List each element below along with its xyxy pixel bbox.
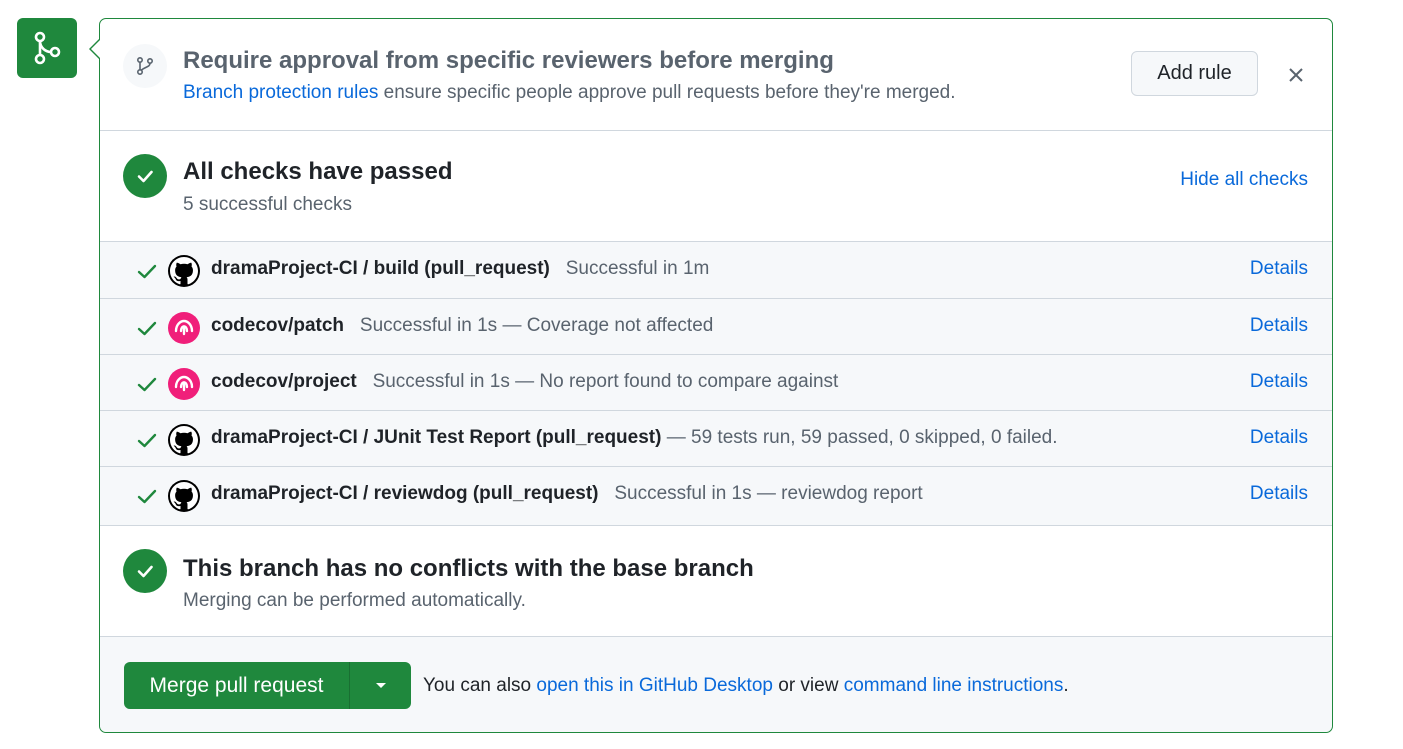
check-icon [137, 264, 157, 279]
details-link[interactable]: Details [1250, 258, 1308, 280]
conflicts-section: This branch has no conflicts with the ba… [100, 526, 1332, 637]
branch-protection-link[interactable]: Branch protection rules [183, 82, 378, 103]
merge-alternatives-note: You can also open this in GitHub Desktop… [423, 675, 1069, 696]
check-icon [137, 377, 157, 392]
close-icon[interactable] [1284, 63, 1308, 87]
review-rule-description: Branch protection rules ensure specific … [183, 82, 956, 103]
check-icon [137, 433, 157, 448]
command-line-instructions-link[interactable]: command line instructions [844, 675, 1064, 696]
details-link[interactable]: Details [1250, 483, 1308, 505]
review-rule-title: Require approval from specific reviewers… [183, 47, 834, 74]
merge-button-group: Merge pull request [124, 662, 411, 709]
check-name: dramaProject-CI / JUnit Test Report (pul… [211, 427, 662, 448]
check-name: dramaProject-CI / reviewdog (pull_reques… [211, 483, 599, 504]
check-row: dramaProject-CI / reviewdog (pull_reques… [100, 466, 1332, 522]
check-row: codecov/project Successful in 1s — No re… [100, 354, 1332, 410]
github-icon [168, 255, 200, 287]
merge-box: Require approval from specific reviewers… [89, 18, 1333, 733]
add-rule-button[interactable]: Add rule [1131, 51, 1258, 96]
codecov-icon [168, 368, 200, 400]
github-desktop-link[interactable]: open this in GitHub Desktop [536, 675, 773, 696]
checks-title: All checks have passed [183, 158, 453, 185]
checks-summary-section: All checks have passed 5 successful chec… [100, 131, 1332, 242]
github-icon [168, 480, 200, 512]
check-name: dramaProject-CI / build (pull_request) [211, 258, 550, 279]
git-branch-icon [123, 44, 167, 88]
checks-list: dramaProject-CI / build (pull_request) S… [100, 242, 1332, 526]
details-link[interactable]: Details [1250, 427, 1308, 449]
check-description: Successful in 1s — Coverage not affected [359, 315, 714, 336]
git-merge-icon [17, 18, 77, 78]
merge-section: Merge pull request You can also open thi… [100, 637, 1332, 732]
check-row: dramaProject-CI / build (pull_request) S… [100, 242, 1332, 298]
checks-subtitle: 5 successful checks [183, 194, 352, 215]
check-row: dramaProject-CI / JUnit Test Report (pul… [100, 410, 1332, 466]
conflicts-subtitle: Merging can be performed automatically. [183, 590, 526, 611]
review-rule-section: Require approval from specific reviewers… [100, 19, 1332, 131]
details-link[interactable]: Details [1250, 315, 1308, 337]
check-circle-icon [123, 549, 167, 593]
conflicts-title: This branch has no conflicts with the ba… [183, 555, 754, 582]
check-name: codecov/project [211, 371, 357, 392]
check-circle-icon [123, 154, 167, 198]
codecov-icon [168, 312, 200, 344]
check-description: Successful in 1s — reviewdog report [614, 483, 923, 504]
github-icon [168, 424, 200, 456]
merge-options-dropdown[interactable] [350, 662, 411, 709]
check-description: Successful in 1m [565, 258, 710, 279]
details-link[interactable]: Details [1250, 371, 1308, 393]
check-row: codecov/patch Successful in 1s — Coverag… [100, 298, 1332, 354]
triangle-down-icon [375, 682, 386, 688]
check-icon [137, 489, 157, 504]
check-name: codecov/patch [211, 315, 345, 336]
hide-all-checks-link[interactable]: Hide all checks [1180, 169, 1308, 191]
check-description: — 59 tests run, 59 passed, 0 skipped, 0 … [666, 427, 1058, 448]
check-description: Successful in 1s — No report found to co… [372, 371, 839, 392]
check-icon [137, 321, 157, 336]
merge-pull-request-button[interactable]: Merge pull request [124, 662, 350, 709]
